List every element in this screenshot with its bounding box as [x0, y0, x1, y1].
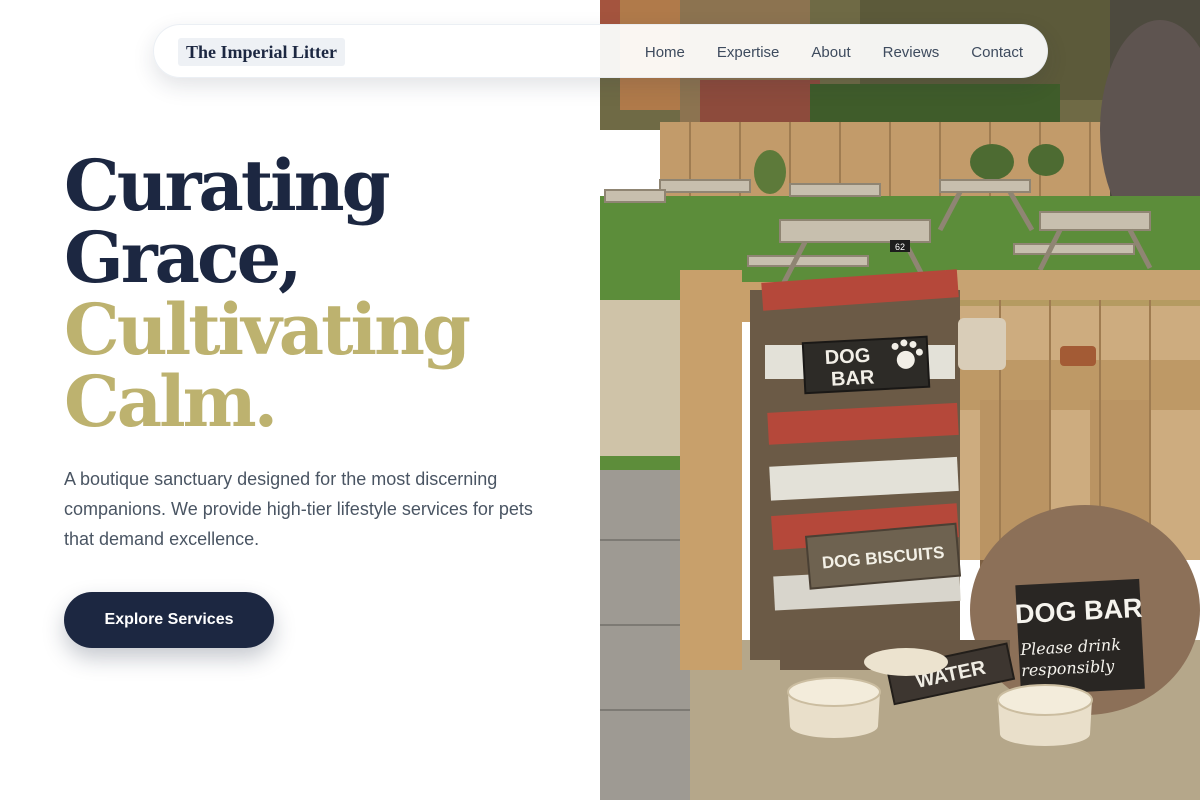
svg-text:62: 62	[895, 242, 905, 252]
hero-headline: Curating Grace, Cultivating Calm.	[64, 150, 584, 438]
hero-image: 62 DOG BAR DOG BISCUITS DOG BAR Please d…	[600, 0, 1200, 800]
main-navigation: The Imperial Litter Home Expertise About…	[153, 24, 1048, 78]
headline-line-1: Curating	[64, 144, 391, 227]
headline-line-4: Calm.	[64, 360, 278, 443]
nav-link-home[interactable]: Home	[645, 44, 685, 61]
hero-description: A boutique sanctuary designed for the mo…	[64, 469, 533, 549]
nav-link-about[interactable]: About	[811, 44, 850, 61]
headline-line-2: Grace,	[64, 216, 303, 299]
headline-line-3: Cultivating	[64, 288, 471, 371]
svg-text:DOG: DOG	[824, 345, 871, 369]
svg-text:BAR: BAR	[830, 367, 875, 391]
brand-logo[interactable]: The Imperial Litter	[178, 38, 345, 66]
nav-link-expertise[interactable]: Expertise	[717, 44, 780, 61]
nav-link-reviews[interactable]: Reviews	[883, 44, 940, 61]
nav-link-contact[interactable]: Contact	[971, 44, 1023, 61]
explore-services-button[interactable]: Explore Services	[64, 592, 274, 648]
nav-links: Home Expertise About Reviews Contact	[645, 25, 1023, 79]
dog-bar-photo: 62 DOG BAR DOG BISCUITS DOG BAR Please d…	[600, 0, 1200, 800]
